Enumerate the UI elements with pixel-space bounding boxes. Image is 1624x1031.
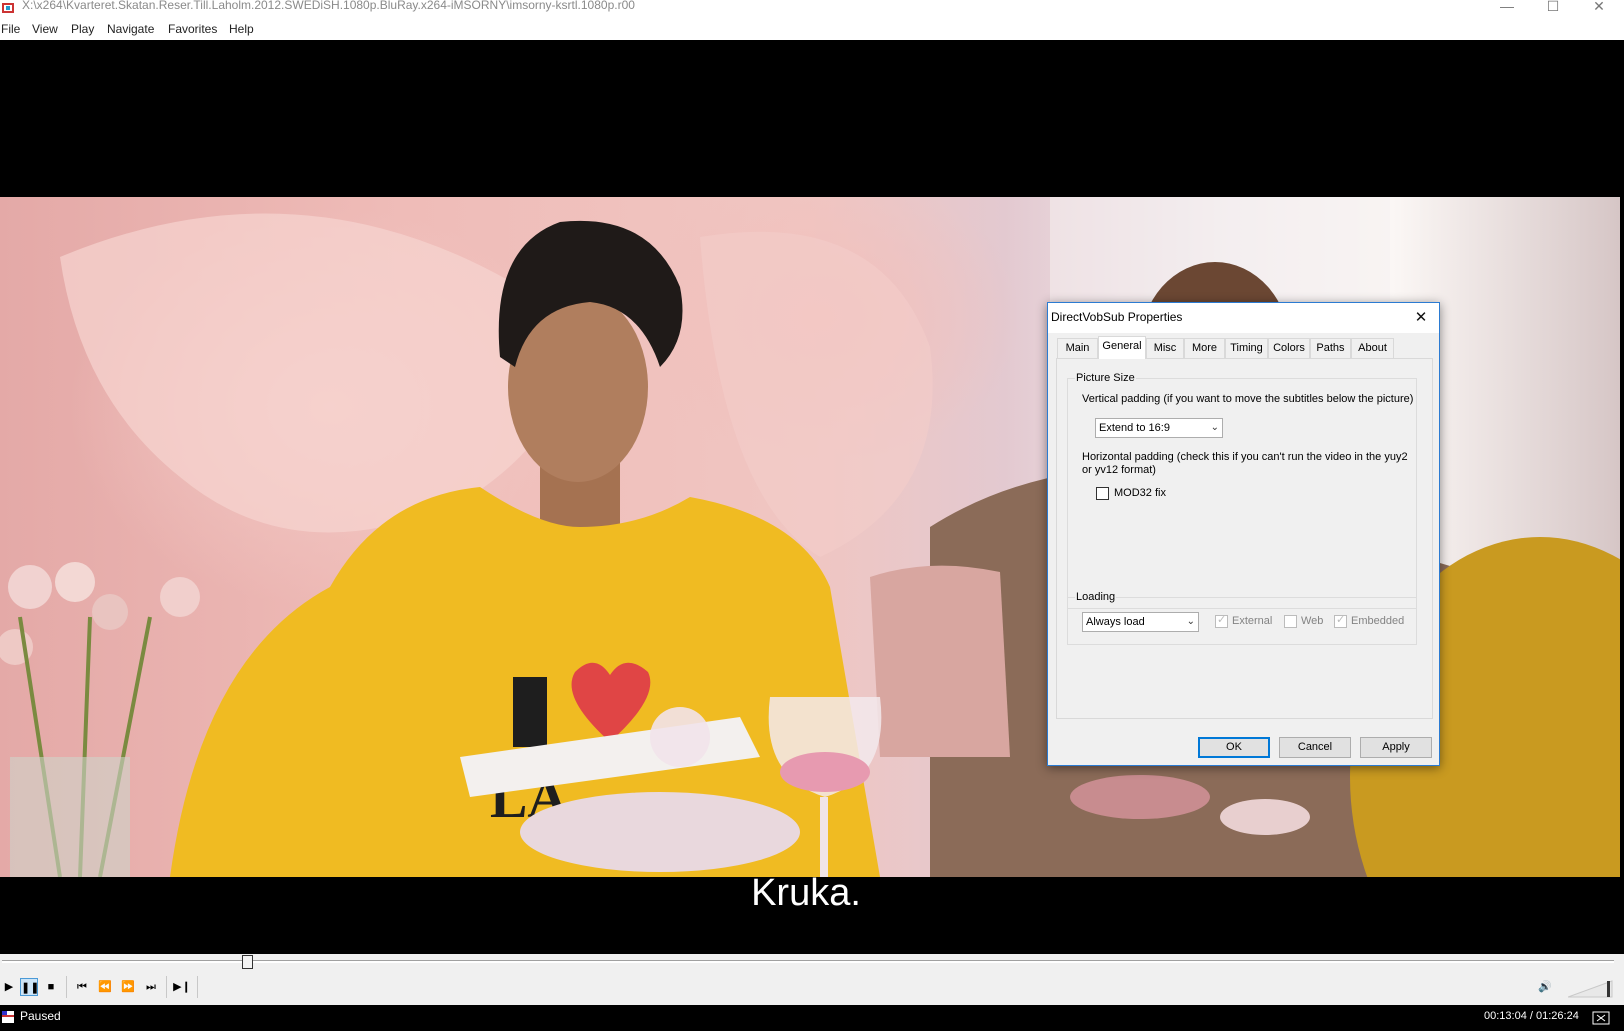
general-tab-panel: Picture Size Vertical padding (if you wa…	[1056, 358, 1433, 719]
window-title: X:\x264\Kvarteret.Skatan.Reser.Till.Laho…	[22, 0, 635, 12]
check-icon: ✓	[1217, 614, 1227, 626]
rewind-icon[interactable]: ⏪	[96, 978, 114, 996]
playback-status: Paused	[20, 1009, 61, 1023]
play-icon[interactable]: ▶	[0, 978, 18, 996]
tab-misc[interactable]: Misc	[1146, 338, 1184, 358]
tab-about[interactable]: About	[1351, 338, 1394, 358]
tab-paths[interactable]: Paths	[1310, 338, 1351, 358]
dialog-title: DirectVobSub Properties	[1051, 310, 1183, 324]
previous-icon[interactable]: ⏮	[73, 978, 91, 996]
mod32-fix-checkbox[interactable]	[1096, 487, 1109, 500]
tab-main[interactable]: Main	[1057, 338, 1098, 358]
ok-button[interactable]: OK	[1198, 737, 1270, 758]
check-icon: ✓	[1336, 614, 1346, 626]
subtitle-text: Kruka.	[751, 872, 861, 914]
tab-colors[interactable]: Colors	[1268, 338, 1310, 358]
separator	[66, 976, 67, 998]
fast-forward-icon[interactable]: ⏩	[119, 978, 137, 996]
volume-slider[interactable]	[1568, 980, 1614, 998]
playback-controls: ▶ ❚❚ ■ ⏮ ⏪ ⏩ ⏭ ▶❙ 🔊	[0, 970, 1624, 1005]
external-checkbox[interactable]: ✓	[1215, 614, 1228, 628]
embedded-label: Embedded	[1351, 615, 1405, 627]
external-label: External	[1232, 615, 1273, 627]
vertical-padding-select[interactable]: Extend to 16:9 ⌄	[1095, 418, 1223, 438]
playback-time: 00:13:04 / 01:26:24	[1484, 1010, 1579, 1022]
maximize-button[interactable]: ☐	[1530, 0, 1576, 16]
minimize-button[interactable]: —	[1484, 0, 1530, 16]
vertical-padding-value: Extend to 16:9	[1099, 422, 1170, 434]
speaker-icon[interactable]: 🔊	[1536, 978, 1554, 996]
menu-view[interactable]: View	[32, 22, 58, 36]
web-checkbox[interactable]	[1284, 615, 1297, 628]
menu-bar: File View Play Navigate Favorites Help	[0, 18, 1624, 40]
loading-mode-value: Always load	[1086, 616, 1145, 628]
embedded-checkbox[interactable]: ✓	[1334, 614, 1347, 628]
horizontal-padding-label-line2: or yv12 format)	[1082, 464, 1156, 476]
seek-bar[interactable]	[0, 954, 1624, 970]
menu-navigate[interactable]: Navigate	[107, 22, 154, 36]
menu-help[interactable]: Help	[229, 22, 254, 36]
cancel-button[interactable]: Cancel	[1279, 737, 1351, 758]
tab-timing[interactable]: Timing	[1225, 338, 1268, 358]
menu-file[interactable]: File	[1, 22, 20, 36]
menu-favorites[interactable]: Favorites	[168, 22, 217, 36]
status-flag-icon	[2, 1011, 14, 1023]
pause-icon[interactable]: ❚❚	[20, 978, 39, 996]
tab-more[interactable]: More	[1184, 338, 1225, 358]
dialog-title-bar: DirectVobSub Properties ✕	[1048, 303, 1439, 333]
separator	[166, 976, 167, 998]
horizontal-padding-label-line1: Horizontal padding (check this if you ca…	[1082, 451, 1408, 463]
tab-general[interactable]: General	[1098, 336, 1146, 359]
directvobsub-dialog: DirectVobSub Properties ✕ Main General M…	[1047, 302, 1440, 766]
vertical-padding-label: Vertical padding (if you want to move th…	[1082, 393, 1414, 405]
app-icon	[2, 2, 14, 14]
loading-mode-select[interactable]: Always load ⌄	[1082, 612, 1199, 632]
separator	[197, 976, 198, 998]
display-mode-icon	[1592, 1011, 1610, 1025]
status-bar: Paused 00:13:04 / 01:26:24	[0, 1005, 1624, 1031]
mod32-fix-label: MOD32 fix	[1114, 487, 1166, 499]
seek-thumb[interactable]	[242, 955, 253, 969]
web-label: Web	[1301, 615, 1324, 627]
dialog-close-button[interactable]: ✕	[1405, 304, 1437, 332]
stop-icon[interactable]: ■	[42, 978, 60, 996]
frame-step-icon[interactable]: ▶❙	[173, 978, 191, 996]
chevron-down-icon: ⌄	[1186, 616, 1195, 627]
chevron-down-icon: ⌄	[1210, 422, 1219, 433]
loading-legend: Loading	[1075, 591, 1117, 603]
menu-play[interactable]: Play	[71, 22, 94, 36]
window-title-bar: X:\x264\Kvarteret.Skatan.Reser.Till.Laho…	[0, 0, 1624, 16]
close-button[interactable]: ✕	[1576, 0, 1622, 16]
next-icon[interactable]: ⏭	[142, 978, 160, 996]
apply-button[interactable]: Apply	[1360, 737, 1432, 758]
picture-size-legend: Picture Size	[1075, 372, 1136, 384]
